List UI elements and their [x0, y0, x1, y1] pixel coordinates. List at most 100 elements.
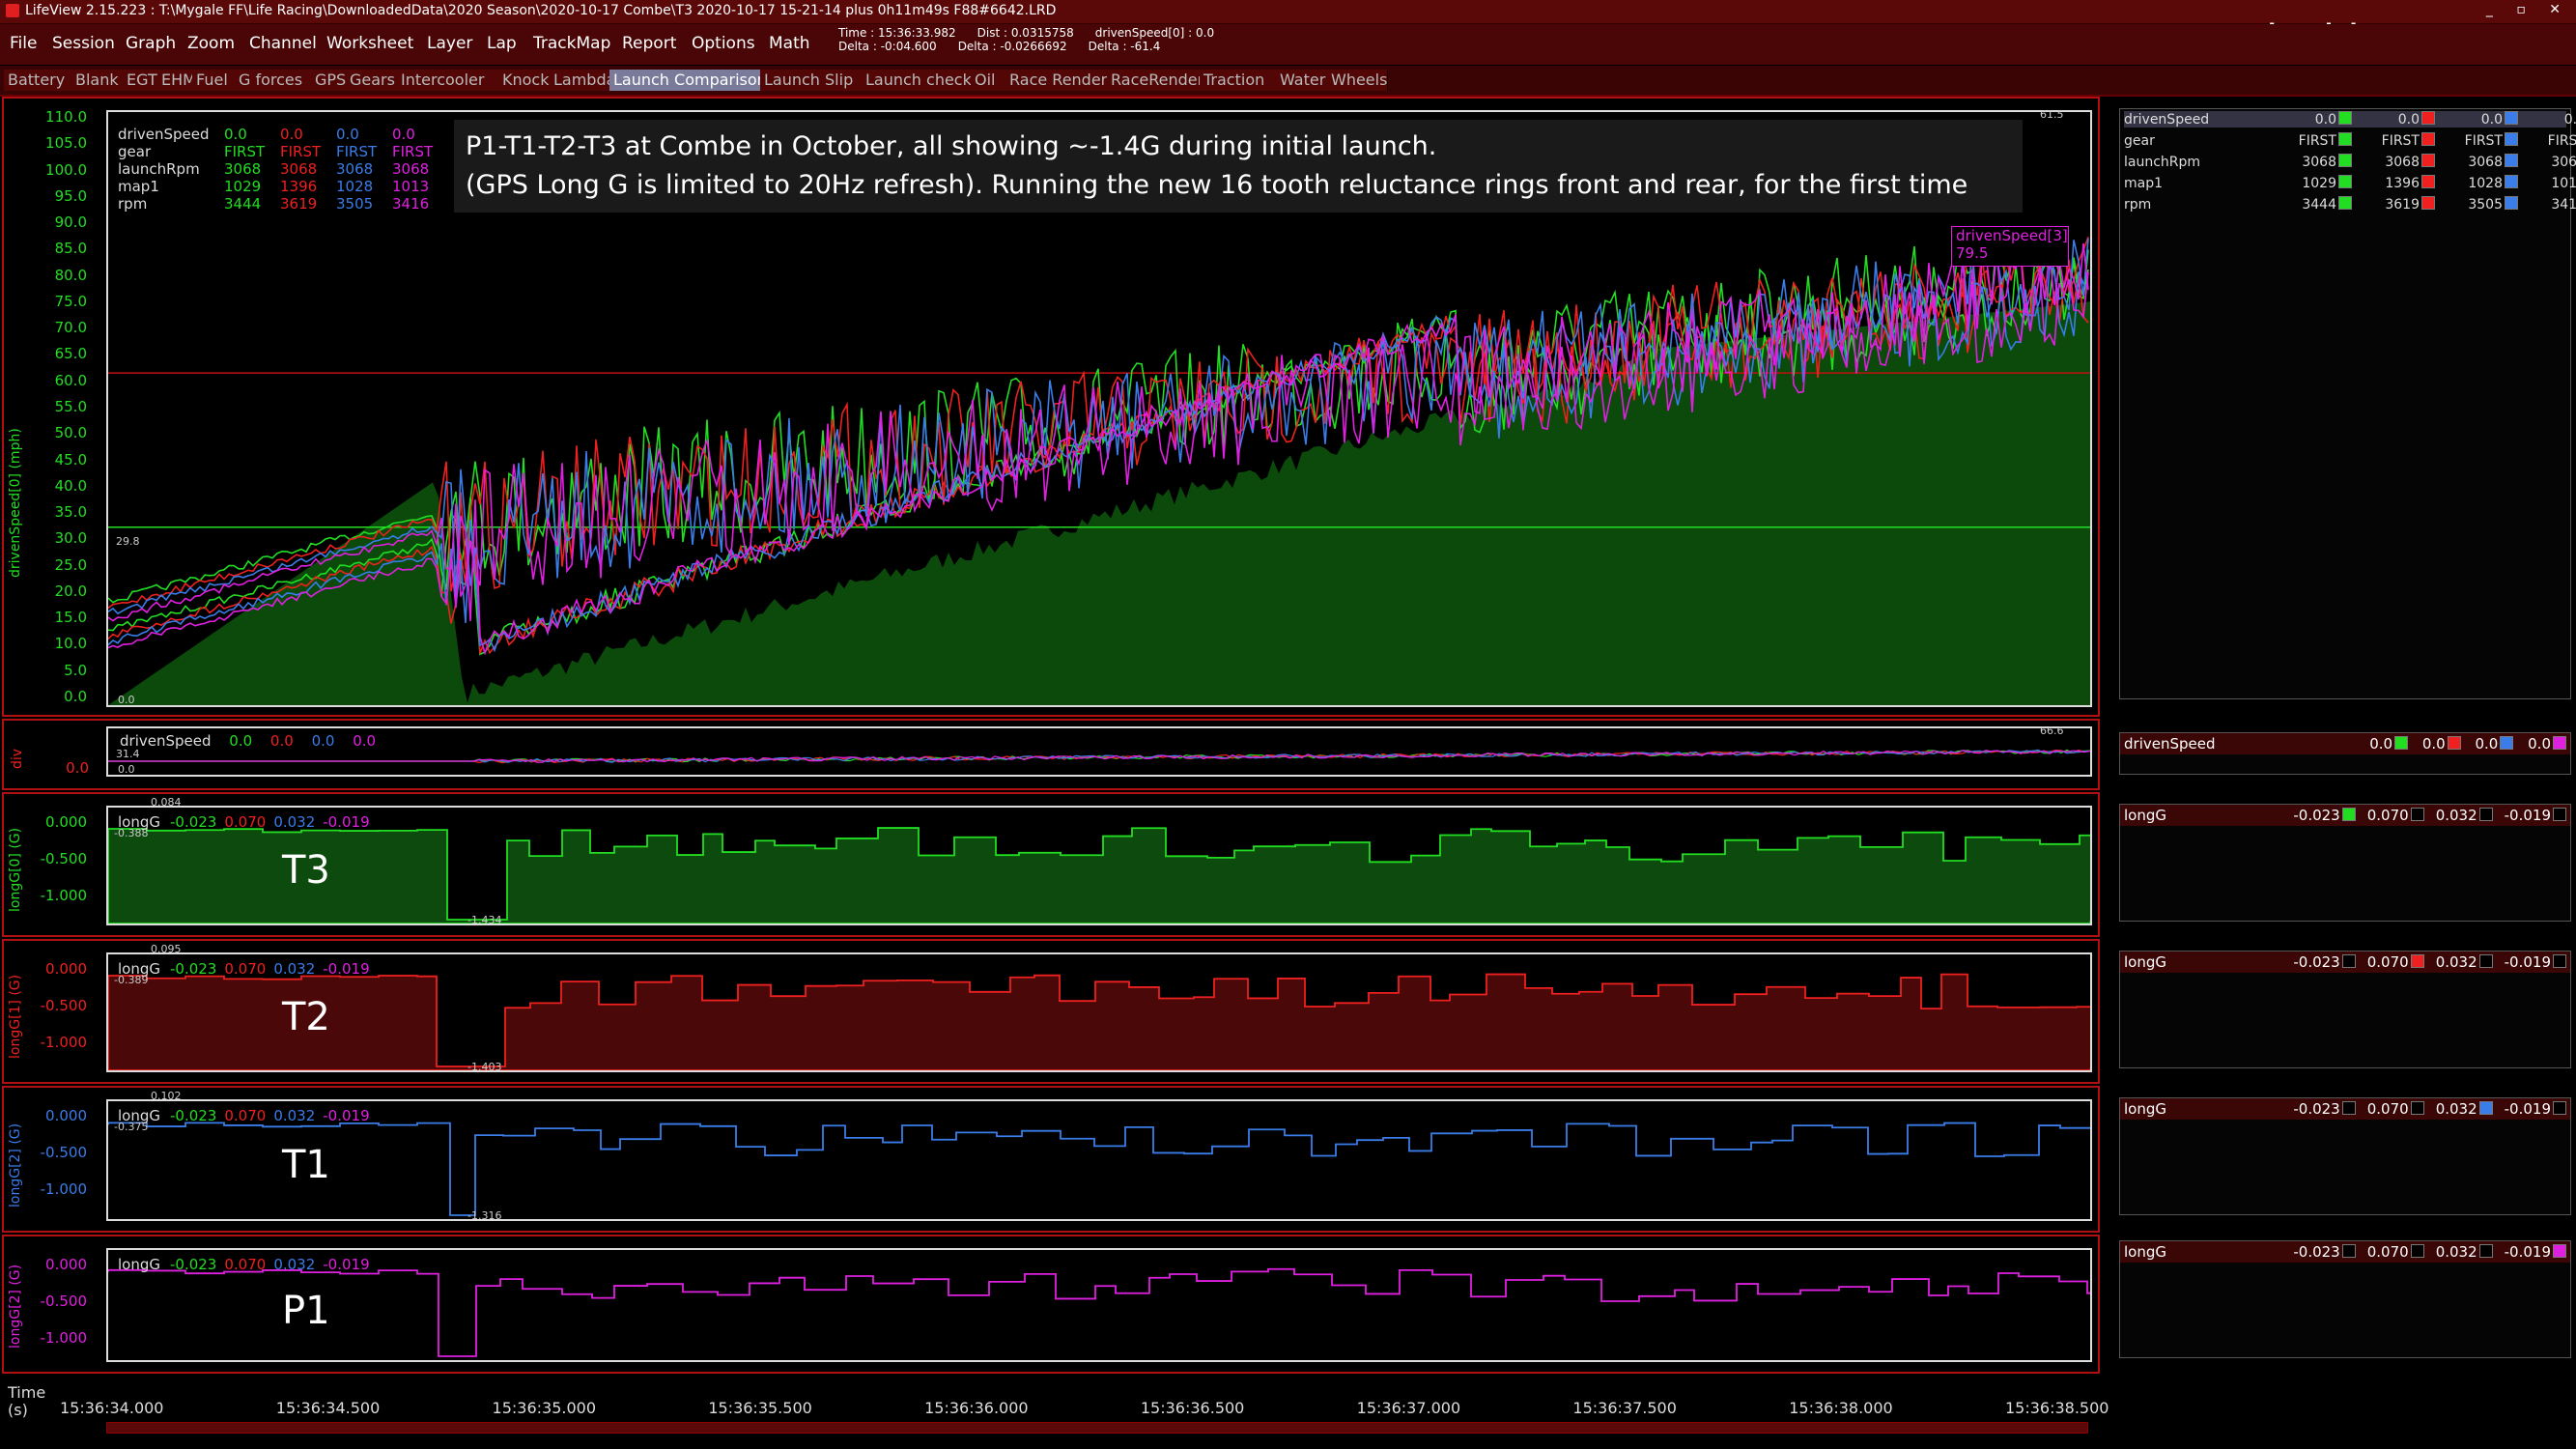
longg-legend-value: 0.070 [224, 1107, 267, 1124]
menu-lap[interactable]: Lap [487, 34, 517, 53]
diff-chart[interactable] [108, 728, 2090, 775]
tab-water[interactable]: Water [1276, 70, 1328, 91]
right-longg-name: longG [2124, 1100, 2166, 1118]
time-scrollbar[interactable] [106, 1422, 2088, 1434]
tab-knock[interactable]: Knock [498, 70, 551, 91]
channel-swatch-icon [2338, 154, 2352, 167]
menu-channel[interactable]: Channel [249, 34, 317, 53]
menu-report[interactable]: Report [622, 34, 676, 53]
right-diff-v3: 0.0 [2528, 735, 2551, 753]
tab-racerender[interactable]: RaceRender [1107, 70, 1203, 91]
longg-legend-value: 0.070 [224, 813, 267, 831]
tab-race-render[interactable]: Race Render [1005, 70, 1108, 91]
time-tick: 15:36:38.500 [2004, 1399, 2109, 1417]
menu-zoom[interactable]: Zoom [187, 34, 235, 53]
time-tick: 15:36:35.500 [708, 1399, 812, 1417]
right-row-name: rpm [2124, 197, 2152, 213]
time-tick: 15:36:37.000 [1356, 1399, 1461, 1417]
right-longg-values-row: -0.023 0.070 0.032 -0.019 [2281, 1243, 2566, 1261]
callout-box: drivenSpeed[3] 79.5 [1951, 226, 2069, 267]
legend-value: 1396 [280, 178, 318, 195]
tab-g-forces[interactable]: G forces [235, 70, 312, 91]
longg-legend-value: 0.070 [224, 960, 267, 978]
main-ytick: 100.0 [45, 160, 87, 179]
longg-plot-area[interactable]: longG -0.023 0.070 0.032 -0.019 P1 [106, 1248, 2092, 1362]
right-longg-value: 0.032 [2435, 1243, 2477, 1261]
right-row-value: 3068 [2302, 155, 2336, 170]
longg-ytick: -1.000 [40, 1180, 87, 1198]
tab-fuel[interactable]: Fuel [192, 70, 236, 91]
longg-legend-value: -0.019 [323, 1107, 370, 1124]
tab-wheels[interactable]: Wheels [1327, 70, 1388, 91]
right-longg-box: longG -0.023 0.070 0.032 -0.019 [2119, 1097, 2571, 1215]
main-ytick: 55.0 [54, 398, 87, 415]
longg-plot-area[interactable]: longG -0.023 0.070 0.032 -0.019 T3 0.084 -1.434… [106, 796, 2092, 926]
right-longg-value: -0.019 [2504, 1100, 2551, 1118]
longg-legend: longG -0.023 0.070 0.032 -0.019 [118, 813, 378, 831]
tab-lambda[interactable]: Lambda [550, 70, 615, 91]
window-controls[interactable]: _ ▫ ✕ [2486, 2, 2570, 17]
tab-oil[interactable]: Oil [971, 70, 1006, 91]
longg-chart[interactable] [108, 954, 2090, 1070]
tab-traction[interactable]: Traction [1200, 70, 1277, 91]
tab-launch-slip[interactable]: Launch Slip [760, 70, 863, 91]
menu-worksheet[interactable]: Worksheet [326, 34, 413, 53]
session-label: T2 [282, 995, 330, 1039]
menu-layer[interactable]: Layer [427, 34, 472, 53]
channel-swatch-icon [2341, 1101, 2356, 1115]
tab-gps[interactable]: GPS [311, 70, 347, 91]
zero-marker: 0.0 [118, 694, 135, 706]
longg-legend-value: 0.032 [273, 1107, 316, 1124]
longg-legend-value: -0.019 [323, 1256, 370, 1273]
tab-egt[interactable]: EGT [123, 70, 158, 91]
tab-blank[interactable]: Blank [71, 70, 124, 91]
tab-battery[interactable]: Battery [4, 70, 72, 91]
longg-chart[interactable] [108, 808, 2090, 923]
legend-value: 3619 [280, 195, 318, 213]
cursor-value: -0.375 [114, 1121, 149, 1133]
menu-file[interactable]: File [10, 34, 37, 53]
menu-options[interactable]: Options [692, 34, 755, 53]
diff-plot-area[interactable]: drivenSpeed 0.0 0.0 0.0 0.0 66.6 31.4 0.… [106, 724, 2092, 777]
legend-value: 3505 [336, 195, 374, 213]
channel-swatch-icon [2505, 196, 2518, 210]
longg-chart[interactable] [108, 1101, 2090, 1219]
main-ytick: 0.0 [64, 688, 87, 705]
right-longg-value: -0.019 [2504, 807, 2551, 824]
right-row-value: 0.0 [2563, 112, 2576, 128]
red-swatch-icon [2447, 736, 2461, 750]
menu-math[interactable]: Math [769, 34, 810, 53]
main-ytick: 80.0 [54, 266, 87, 284]
status-time: Time : 15:36:33.982 [838, 26, 956, 40]
tab-intercooler[interactable]: Intercooler [397, 70, 499, 91]
window-title: LifeView 2.15.223 : T:\Mygale FF\Life Ra… [25, 3, 1057, 18]
longg-ytick: -0.500 [40, 1144, 87, 1161]
channel-swatch-icon [2421, 196, 2435, 210]
longg-ytick: -0.500 [40, 997, 87, 1014]
tab-ehm[interactable]: EHM [157, 70, 196, 91]
longg-ytick: 0.000 [45, 813, 87, 831]
longg-chart[interactable] [108, 1250, 2090, 1360]
trough-marker: -1.403 [467, 1061, 502, 1073]
longg-ytick: -1.000 [40, 1034, 87, 1051]
diff-legend-v0: 0.0 [229, 732, 253, 750]
tab-gears[interactable]: Gears [346, 70, 398, 91]
menu-trackmap[interactable]: TrackMap [533, 34, 610, 53]
legend-row: rpm 3444 3619 3505 3416 [118, 195, 448, 213]
tab-launch-check[interactable]: Launch check [862, 70, 972, 91]
menu-graph[interactable]: Graph [126, 34, 176, 53]
right-longg-value: 0.070 [2366, 953, 2409, 971]
longg-plot-area[interactable]: longG -0.023 0.070 0.032 -0.019 T2 0.095 -1.403… [106, 943, 2092, 1073]
main-ytick: 45.0 [54, 450, 87, 469]
tab-launch-comparison[interactable]: Launch Comparison [609, 70, 767, 91]
longg-plot-area[interactable]: longG -0.023 0.070 0.032 -0.019 T1 0.102 -1.316… [106, 1090, 2092, 1222]
main-ytick: 75.0 [54, 292, 87, 310]
menu-session[interactable]: Session [52, 34, 115, 53]
main-ytick: 35.0 [54, 503, 87, 522]
channel-swatch-icon [2478, 954, 2493, 968]
channel-swatch-icon [2410, 1244, 2424, 1258]
right-longg-value: 0.070 [2366, 807, 2409, 824]
channel-swatch-icon [2338, 175, 2352, 188]
right-longg-value: 0.032 [2435, 807, 2477, 824]
right-row-value: 3416 [2551, 197, 2576, 213]
